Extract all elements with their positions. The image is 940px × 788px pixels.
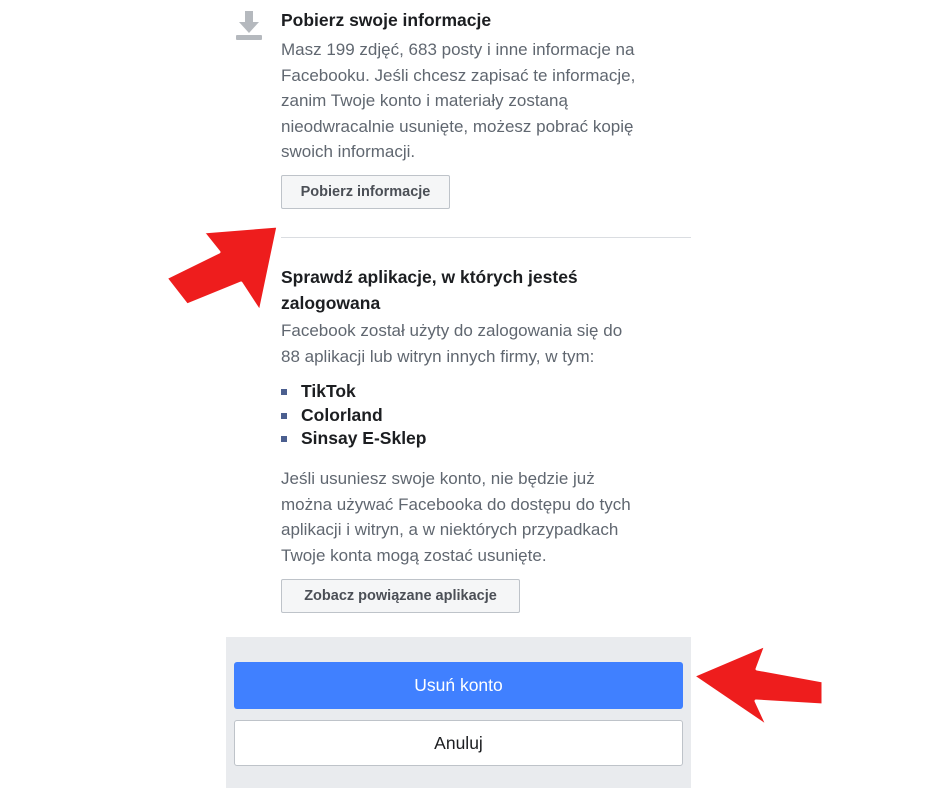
view-connected-apps-button[interactable]: Zobacz powiązane aplikacje xyxy=(281,579,520,613)
bullet-icon xyxy=(281,412,287,419)
download-information-button[interactable]: Pobierz informacje xyxy=(281,175,450,209)
apps-section-intro: Facebook został użyty do zalogowania się… xyxy=(281,321,623,366)
app-icon xyxy=(252,266,262,290)
list-item: Colorland xyxy=(281,404,426,428)
list-item: Sinsay E-Sklep xyxy=(281,427,426,451)
download-icon xyxy=(236,11,262,40)
bullet-icon xyxy=(281,436,287,442)
list-item: TikTok xyxy=(281,380,426,404)
download-section-description: Masz 199 zdjęć, 683 posty i inne informa… xyxy=(281,40,636,161)
delete-account-button[interactable]: Usuń konto xyxy=(234,662,683,709)
connected-apps-list: TikTok Colorland Sinsay E-Sklep xyxy=(281,380,426,451)
download-section-title: Pobierz swoje informacje xyxy=(281,10,492,30)
apps-section-warning: Jeśli usuniesz swoje konto, nie będzie j… xyxy=(281,469,631,565)
bullet-icon xyxy=(281,389,287,395)
apps-section-title: Sprawdź aplikacje, w których jesteś zalo… xyxy=(281,267,578,313)
cancel-button[interactable]: Anuluj xyxy=(234,720,683,766)
section-divider xyxy=(281,237,691,238)
arrow-pointing-delete-button-icon xyxy=(691,643,825,729)
